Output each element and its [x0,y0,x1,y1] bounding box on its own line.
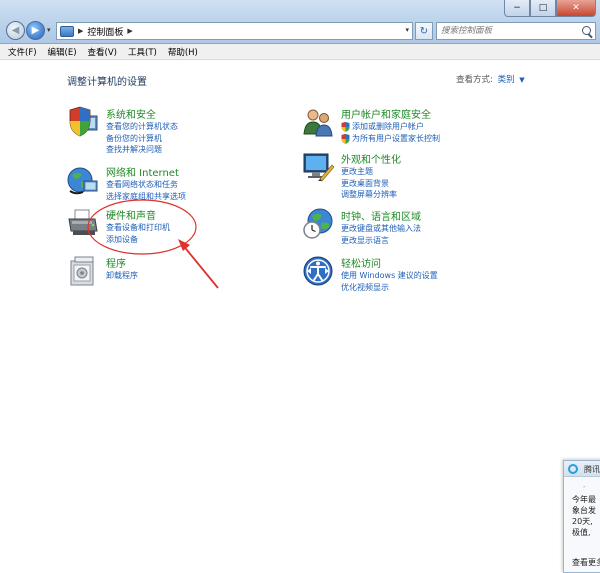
popup-line: 象台发 [572,506,596,515]
control-panel-content: 调整计算机的设置 查看方式: 类别 ▼ 系统和安全 查看您的计算机状态 备份您的… [0,61,600,573]
control-panel-icon [60,25,74,37]
network-globe-icon[interactable] [67,164,99,196]
search-icon[interactable] [582,26,591,35]
address-bar[interactable]: ▶ 控制面板 ▶ ▾ [56,22,413,40]
link-add-device[interactable]: 添加设备 [106,234,170,246]
clock-globe-icon[interactable] [302,208,334,240]
programs-icon[interactable] [67,255,99,287]
popup-line: 今年最 [572,495,596,504]
forward-button[interactable]: ▶ [26,21,45,40]
popup-title: 腾讯 [584,465,600,474]
view-by-selector[interactable]: 类别 [498,75,515,85]
link-uninstall-program[interactable]: 卸载程序 [106,270,138,282]
link-devices-printers[interactable]: 查看设备和打印机 [106,222,170,234]
annotation-arrow-line [181,243,219,289]
link-screen-resolution[interactable]: 调整屏幕分辨率 [341,189,397,201]
link-network-status[interactable]: 查看网络状态和任务 [106,179,186,191]
maximize-button[interactable]: □ [530,0,556,17]
popup-header: 腾讯 [564,461,600,477]
search-box[interactable] [436,22,596,40]
address-dropdown-icon[interactable]: ▾ [405,26,409,34]
users-icon[interactable] [302,106,334,138]
category-title-hardware-sound[interactable]: 硬件和声音 [106,207,156,222]
popup-body: 今年最 象台发 20天, 极值, [572,494,596,538]
minimize-button[interactable]: − [504,0,530,17]
menu-view[interactable]: 查看(V) [88,46,117,58]
link-windows-recommended-settings[interactable]: 使用 Windows 建议的设置 [341,270,438,282]
uac-shield-icon [341,133,350,144]
display-paint-icon[interactable] [302,151,334,183]
view-by-label: 查看方式: [456,75,493,85]
menu-edit[interactable]: 编辑(E) [48,46,77,58]
menu-tools[interactable]: 工具(T) [128,46,157,58]
printer-icon[interactable] [67,207,99,239]
category-title-network-internet[interactable]: 网络和 Internet [106,164,179,179]
link-homegroup-sharing[interactable]: 选择家庭组和共享选项 [106,191,186,203]
view-by: 查看方式: 类别 ▼ [456,73,525,85]
breadcrumb-control-panel[interactable]: 控制面板 [87,25,123,38]
popup-line: 极值, [572,528,591,537]
uac-shield-icon [341,122,350,132]
tencent-logo-icon [568,464,578,474]
link-desktop-background[interactable]: 更改桌面背景 [341,178,397,190]
category-title-user-accounts[interactable]: 用户帐户和家庭安全 [341,106,431,121]
popup-more-link[interactable]: 查看更多 [572,557,600,568]
link-optimize-video-display[interactable]: 优化视频显示 [341,282,438,294]
window-controls: − □ ✕ [504,0,596,17]
refresh-button[interactable]: ↻ [415,22,433,40]
link-troubleshoot[interactable]: 查找并解决问题 [106,144,178,156]
ease-of-access-icon[interactable] [302,255,334,287]
title-bar: − □ ✕ ◀ ▶ ▾ ▶ 控制面板 ▶ ▾ ↻ [0,0,600,44]
annotation-arrow-head [178,239,190,251]
page-title: 调整计算机的设置 [67,77,147,88]
menu-bar: 文件(F) 编辑(E) 查看(V) 工具(T) 帮助(H) [0,44,600,60]
popup-line: 20天, [572,517,593,526]
popup-subtext: - [583,483,586,491]
link-change-theme[interactable]: 更改主题 [341,166,397,178]
category-title-appearance[interactable]: 外观和个性化 [341,151,401,166]
menu-file[interactable]: 文件(F) [8,46,37,58]
news-popup[interactable]: 腾讯 - 今年最 象台发 20天, 极值, 查看更多 [563,460,600,573]
shield-computer-icon[interactable] [67,106,99,138]
category-title-clock-language-region[interactable]: 时钟、语言和区域 [341,208,421,223]
category-title-programs[interactable]: 程序 [106,255,126,270]
navigation-bar: ◀ ▶ ▾ ▶ 控制面板 ▶ ▾ ↻ [4,20,596,42]
link-add-remove-users[interactable]: 添加或删除用户帐户 [341,121,440,133]
breadcrumb-chevron-icon[interactable]: ▶ [127,27,132,35]
recent-pages-dropdown[interactable]: ▾ [47,26,51,34]
close-button[interactable]: ✕ [556,0,596,17]
search-input[interactable] [437,23,577,39]
category-title-ease-of-access[interactable]: 轻松访问 [341,255,381,270]
link-display-language[interactable]: 更改显示语言 [341,235,421,247]
chevron-down-icon[interactable]: ▼ [519,76,524,84]
link-parental-controls[interactable]: 为所有用户设置家长控制 [341,133,440,145]
link-backup-computer[interactable]: 备份您的计算机 [106,133,178,145]
link-view-computer-status[interactable]: 查看您的计算机状态 [106,121,178,133]
back-button[interactable]: ◀ [6,21,25,40]
category-title-system-security[interactable]: 系统和安全 [106,106,156,121]
breadcrumb-chevron-icon[interactable]: ▶ [78,27,83,35]
menu-help[interactable]: 帮助(H) [168,46,198,58]
link-change-input-method[interactable]: 更改键盘或其他输入法 [341,223,421,235]
